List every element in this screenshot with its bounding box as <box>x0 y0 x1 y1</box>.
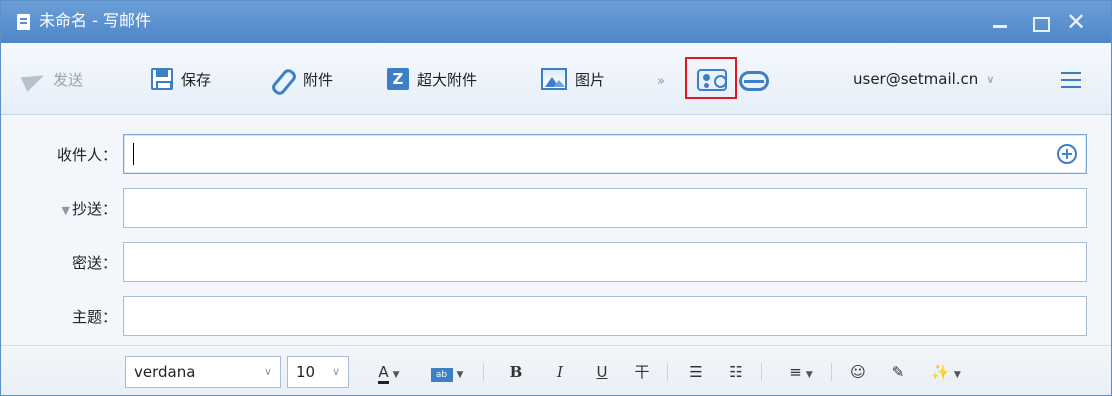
dropdown-arrow-icon: ▼ <box>805 370 813 380</box>
attach-button[interactable]: 附件 <box>271 65 333 93</box>
font-size-select[interactable]: 10 ∨ <box>287 356 349 388</box>
cloud-sync-icon <box>739 71 769 91</box>
highlight-color-icon: ab <box>430 368 453 382</box>
contacts-card-icon <box>697 69 727 91</box>
send-icon <box>23 68 45 90</box>
save-button[interactable]: 保存 <box>151 65 211 93</box>
separator <box>483 363 484 381</box>
bold-button[interactable]: B <box>501 359 531 385</box>
cc-label: 抄送： <box>71 200 117 218</box>
to-row: 收件人： + <box>1 134 1111 174</box>
compose-header-form: 收件人： + ▼ 抄送： 密送： 主题： <box>1 116 1111 345</box>
text-cursor <box>123 134 153 174</box>
compose-window: 未命名 - 写邮件 ✕ 发送 保存 附件 Z 超大附件 图片 » user@se… <box>0 0 1112 396</box>
separator <box>667 363 668 381</box>
dropdown-arrow-icon: ▼ <box>953 370 961 380</box>
big-attachment-icon: Z <box>387 68 409 90</box>
align-button[interactable]: ≡ ▼ <box>777 359 825 385</box>
cc-label-wrap: ▼ 抄送： <box>21 198 117 219</box>
send-button[interactable]: 发送 <box>23 65 83 93</box>
subject-row: 主题： <box>1 296 1111 336</box>
italic-button[interactable]: I <box>545 359 575 385</box>
big-attachment-button[interactable]: Z 超大附件 <box>387 65 477 93</box>
clear-format-button[interactable]: ✎ <box>883 359 913 385</box>
subject-input[interactable] <box>123 296 1087 336</box>
image-icon <box>541 68 567 90</box>
add-recipient-icon[interactable]: + <box>1057 144 1077 164</box>
cc-row: ▼ 抄送： <box>1 188 1111 228</box>
dropdown-arrow-icon: ▼ <box>392 370 400 380</box>
cc-input[interactable] <box>123 188 1087 228</box>
align-icon: ≡ <box>789 363 802 381</box>
font-color-button[interactable]: A ▼ <box>363 359 415 385</box>
cc-toggle-icon[interactable]: ▼ <box>62 204 70 217</box>
magic-wand-icon: ✨ <box>931 363 950 381</box>
strikethrough-button[interactable]: 干 <box>627 359 657 385</box>
chevron-down-icon: ∨ <box>986 72 995 86</box>
attach-label: 附件 <box>303 70 334 89</box>
maximize-button[interactable] <box>1027 9 1053 35</box>
numbered-list-button[interactable]: ☷ <box>721 359 751 385</box>
underline-button[interactable]: U <box>587 359 617 385</box>
image-button[interactable]: 图片 <box>541 65 605 93</box>
account-email: user@setmail.cn <box>853 70 979 88</box>
subject-label: 主题： <box>71 308 117 326</box>
hamburger-menu-icon[interactable] <box>1061 72 1081 88</box>
close-button[interactable]: ✕ <box>1063 9 1089 35</box>
font-color-icon: A <box>378 363 389 384</box>
contacts-button[interactable] <box>685 57 737 99</box>
dropdown-arrow-icon: ▼ <box>456 370 464 380</box>
big-attachment-label: 超大附件 <box>417 70 478 89</box>
paperclip-icon <box>271 67 295 91</box>
account-selector[interactable]: user@setmail.cn ∨ <box>853 65 994 93</box>
chevron-down-icon: ∨ <box>263 365 272 378</box>
background-color-button[interactable]: ab ▼ <box>419 359 475 385</box>
font-family-value: verdana <box>134 363 196 381</box>
document-icon <box>17 14 30 30</box>
font-family-select[interactable]: verdana ∨ <box>125 356 281 388</box>
title-bar: 未命名 - 写邮件 ✕ <box>1 1 1111 43</box>
separator <box>761 363 762 381</box>
to-label: 收件人： <box>56 146 117 164</box>
save-icon <box>151 68 173 90</box>
emoji-button[interactable]: ☺ <box>843 359 873 385</box>
magic-tools-button[interactable]: ✨ ▼ <box>921 359 971 385</box>
chevron-down-icon: ∨ <box>331 365 340 378</box>
bcc-input[interactable] <box>123 242 1087 282</box>
font-size-value: 10 <box>296 363 316 381</box>
window-title: 未命名 - 写邮件 <box>39 11 151 30</box>
send-label: 发送 <box>53 70 84 89</box>
bcc-label: 密送： <box>71 254 117 272</box>
more-tools-button[interactable]: » <box>657 67 665 95</box>
separator <box>831 363 832 381</box>
format-toolbar: verdana ∨ 10 ∨ A ▼ ab ▼ B I U 干 ☰ ☷ ≡ ▼ ☺ ✎… <box>1 345 1111 395</box>
image-label: 图片 <box>575 70 606 89</box>
main-toolbar: 发送 保存 附件 Z 超大附件 图片 » user@setmail.cn ∨ <box>1 43 1111 115</box>
cloud-sync-button[interactable] <box>739 71 771 93</box>
to-input[interactable] <box>123 134 1087 174</box>
save-label: 保存 <box>181 70 212 89</box>
bcc-row: 密送： <box>1 242 1111 282</box>
bullet-list-button[interactable]: ☰ <box>681 359 711 385</box>
minimize-button[interactable] <box>987 9 1013 35</box>
